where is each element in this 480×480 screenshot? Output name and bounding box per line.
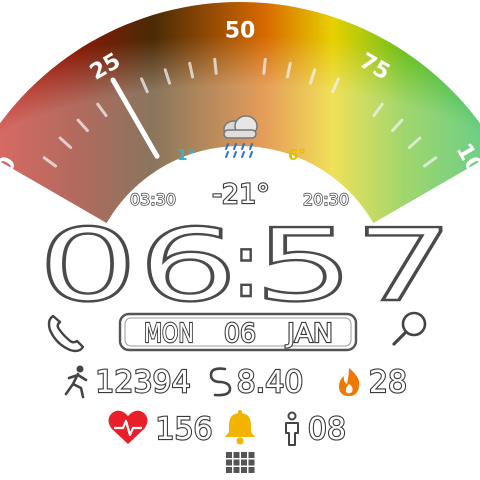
- flame-icon: [339, 368, 360, 396]
- date-day: 06: [224, 319, 256, 349]
- person-icon: [285, 411, 299, 446]
- grid-icon[interactable]: [226, 452, 255, 473]
- distance-value: 8.40: [237, 365, 304, 400]
- calories-value: 28: [369, 365, 407, 400]
- weather-low-temp: 1°: [177, 146, 195, 164]
- date-weekday: MON: [144, 319, 194, 349]
- time-hours: 06: [38, 207, 238, 324]
- walking-icon: [64, 365, 88, 399]
- date-month: JAN: [285, 319, 333, 349]
- gauge-tick-label: 50: [225, 19, 256, 44]
- bell-icon[interactable]: [225, 410, 255, 445]
- heart-rate-icon: [108, 410, 148, 444]
- time-minutes: 57: [254, 207, 454, 324]
- gauge-minor-tick: [262, 57, 267, 75]
- steps-count: 12394: [95, 365, 190, 400]
- weather-icon[interactable]: [223, 115, 258, 158]
- watch-face: 0255075100 1° 6° -21° 03:30 20:30 06 : 5…: [0, 1, 480, 473]
- heart-rate-value: 156: [155, 412, 212, 447]
- weather-current-temp: -21°: [212, 179, 270, 210]
- weather-high-temp: 6°: [288, 146, 306, 164]
- digital-time: 06 : 57: [37, 206, 455, 325]
- date-display: MON 06 JAN: [118, 312, 358, 352]
- floors-value: 08: [308, 412, 346, 447]
- gauge-minor-tick: [213, 57, 218, 75]
- distance-icon: [209, 367, 232, 397]
